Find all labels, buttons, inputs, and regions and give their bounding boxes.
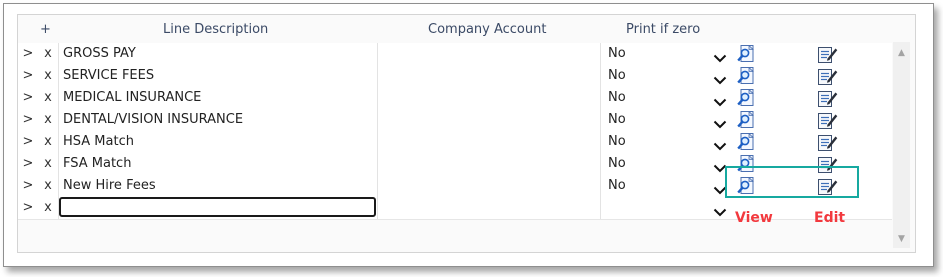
edit-button[interactable] (816, 109, 840, 131)
print-if-zero-select[interactable]: No (601, 109, 729, 131)
column-header-line-description: Line Description (163, 22, 269, 37)
print-if-zero-select[interactable]: No (601, 153, 729, 175)
print-if-zero-value: No (608, 156, 626, 171)
table-row: > x MEDICAL INSURANCE No (18, 87, 892, 110)
print-if-zero-value: No (608, 112, 626, 127)
delete-row-button[interactable]: x (38, 175, 58, 197)
delete-row-button[interactable]: x (38, 197, 58, 219)
company-account-cell[interactable] (378, 43, 601, 65)
table-row: > x HSA Match No (18, 131, 892, 154)
table-row: > x DENTAL/VISION INSURANCE No (18, 109, 892, 132)
line-description-cell[interactable]: DENTAL/VISION INSURANCE (58, 109, 378, 131)
delete-row-button[interactable]: x (38, 87, 58, 109)
view-callout-label: View (735, 210, 773, 226)
print-if-zero-value: No (608, 134, 626, 149)
scroll-up-arrow-icon[interactable]: ▲ (893, 46, 910, 60)
chevron-down-icon[interactable] (713, 71, 727, 85)
expand-row-button[interactable]: > (18, 87, 38, 109)
magnifier-page-icon (737, 88, 755, 111)
line-description-cell[interactable]: HSA Match (58, 131, 378, 153)
print-if-zero-select[interactable]: No (601, 43, 729, 65)
vertical-scrollbar[interactable]: ▲ ▼ (893, 42, 910, 248)
edit-callout-label: Edit (814, 210, 846, 226)
edit-button[interactable] (816, 65, 840, 87)
expand-row-button[interactable]: > (18, 65, 38, 87)
line-description-cell[interactable]: SERVICE FEES (58, 65, 378, 87)
print-if-zero-select[interactable]: No (601, 65, 729, 87)
print-if-zero-value: No (608, 46, 626, 61)
view-button[interactable] (735, 65, 757, 87)
print-if-zero-value: No (608, 90, 626, 105)
chevron-down-icon[interactable] (713, 137, 727, 151)
print-if-zero-value: No (608, 68, 626, 83)
edit-button[interactable] (816, 131, 840, 153)
magnifier-page-icon (737, 44, 755, 67)
edit-button[interactable] (816, 43, 840, 65)
company-account-cell[interactable] (378, 65, 601, 87)
line-description-cell[interactable]: New Hire Fees (58, 175, 378, 197)
magnifier-page-icon (737, 110, 755, 133)
table-row: > x GROSS PAY No (18, 43, 892, 66)
edit-button[interactable] (816, 87, 840, 109)
line-description-cell[interactable]: GROSS PAY (58, 43, 378, 65)
print-if-zero-select[interactable] (601, 197, 729, 219)
company-account-cell[interactable] (378, 87, 601, 109)
expand-row-button[interactable]: > (18, 109, 38, 131)
line-description-cell[interactable]: FSA Match (58, 153, 378, 175)
view-edit-highlight-box (725, 166, 859, 198)
edit-page-icon (818, 133, 838, 155)
print-if-zero-select[interactable]: No (601, 87, 729, 109)
edit-page-icon (818, 45, 838, 67)
magnifier-page-icon (737, 132, 755, 155)
edit-page-icon (818, 111, 838, 133)
expand-row-button[interactable]: > (18, 43, 38, 65)
view-button[interactable] (735, 43, 757, 65)
company-account-cell[interactable] (378, 175, 601, 197)
scroll-down-arrow-icon[interactable]: ▼ (893, 232, 910, 246)
view-button[interactable] (735, 131, 757, 153)
chevron-down-icon[interactable] (713, 115, 727, 129)
grid-header: + Line Description Company Account Print… (18, 20, 892, 42)
column-header-print-if-zero: Print if zero (626, 22, 701, 37)
company-account-cell[interactable] (378, 109, 601, 131)
line-description-cell[interactable]: MEDICAL INSURANCE (58, 87, 378, 109)
print-if-zero-select[interactable]: No (601, 175, 729, 197)
view-button[interactable] (735, 87, 757, 109)
chevron-down-icon[interactable] (713, 203, 727, 217)
expand-row-button[interactable]: > (18, 197, 38, 219)
column-header-company-account: Company Account (428, 22, 547, 37)
add-row-button[interactable]: + (40, 22, 51, 37)
company-account-cell[interactable] (378, 197, 601, 219)
print-if-zero-select[interactable]: No (601, 131, 729, 153)
chevron-down-icon[interactable] (713, 49, 727, 63)
view-button[interactable] (735, 109, 757, 131)
company-account-cell[interactable] (378, 131, 601, 153)
edit-page-icon (818, 67, 838, 89)
delete-row-button[interactable]: x (38, 131, 58, 153)
line-description-cell[interactable] (58, 197, 378, 219)
chevron-down-icon[interactable] (713, 93, 727, 107)
table-row: > x SERVICE FEES No (18, 65, 892, 88)
expand-row-button[interactable]: > (18, 175, 38, 197)
delete-row-button[interactable]: x (38, 153, 58, 175)
edit-page-icon (818, 89, 838, 111)
company-account-cell[interactable] (378, 153, 601, 175)
print-if-zero-value: No (608, 178, 626, 193)
delete-row-button[interactable]: x (38, 109, 58, 131)
delete-row-button[interactable]: x (38, 65, 58, 87)
delete-row-button[interactable]: x (38, 43, 58, 65)
expand-row-button[interactable]: > (18, 131, 38, 153)
magnifier-page-icon (737, 66, 755, 89)
expand-row-button[interactable]: > (18, 153, 38, 175)
